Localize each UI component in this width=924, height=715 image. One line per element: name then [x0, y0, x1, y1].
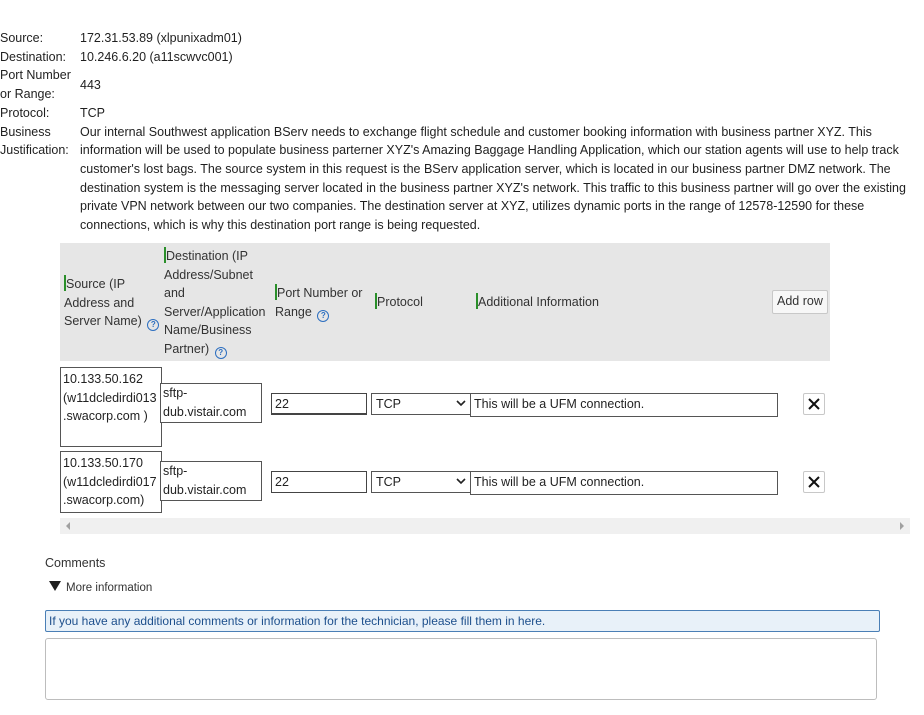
- protocol-row: Protocol: TCP: [0, 104, 912, 123]
- help-icon[interactable]: ?: [317, 309, 330, 322]
- header-text: Server/Application: [164, 304, 266, 319]
- column-header-additional-info: Additional Information: [476, 293, 599, 312]
- column-header-port: Port Number or Range ?: [275, 284, 371, 322]
- cell-text: .swacorp.com): [63, 493, 145, 507]
- cell-text: dub.vistair.com: [163, 404, 247, 419]
- header-text: Name/Business: [164, 323, 252, 337]
- cell-text: sftp-: [163, 464, 188, 478]
- cell-text: .swacorp.com ): [63, 409, 148, 423]
- delete-row-button[interactable]: [803, 393, 825, 415]
- close-x-icon: [808, 476, 820, 488]
- source-label: Source:: [0, 31, 44, 45]
- additional-info-input[interactable]: This will be a UFM connection.: [470, 471, 778, 495]
- port-label: Port Number or Range:: [0, 66, 80, 103]
- column-header-source: Source (IP Address and Server Name) ?: [64, 275, 160, 331]
- port-input[interactable]: 22: [271, 471, 367, 493]
- additional-info-input[interactable]: This will be a UFM connection.: [470, 393, 778, 417]
- firewall-rules-table: Source (IP Address and Server Name) ? De…: [60, 243, 910, 521]
- protocol-select[interactable]: TCP: [371, 471, 471, 493]
- horizontal-scrollbar[interactable]: [60, 518, 910, 534]
- chevron-down-icon: [456, 400, 466, 407]
- port-row: Port Number or Range: 443: [0, 66, 912, 103]
- selected-value: TCP: [376, 475, 401, 489]
- header-text: Address/Subnet: [164, 267, 253, 282]
- header-text: Additional Information: [478, 295, 599, 309]
- cell-text: dub.vistair.com: [163, 482, 247, 497]
- destination-value: 10.246.6.20 (a11scwvc001): [80, 49, 233, 64]
- close-x-icon: [808, 398, 820, 410]
- protocol-select[interactable]: TCP: [371, 393, 471, 415]
- table-row: 10.133.50.170 (w11dcledirdi017 .swacorp.…: [60, 441, 910, 521]
- header-text: Protocol: [377, 295, 423, 309]
- column-header-protocol: Protocol: [375, 293, 423, 312]
- column-header-destination: Destination (IP Address/Subnet and Serve…: [164, 247, 270, 359]
- scroll-left-icon[interactable]: [66, 522, 70, 530]
- comments-hint: If you have any additional comments or i…: [45, 610, 880, 632]
- source-row: Source: 172.31.53.89 (xlpunixadm01): [0, 29, 912, 48]
- port-label-line2: or Range:: [0, 87, 55, 102]
- port-input[interactable]: 22: [271, 393, 367, 415]
- help-icon[interactable]: ?: [147, 319, 160, 331]
- cell-text: 10.133.50.162: [63, 372, 143, 386]
- protocol-value: TCP: [80, 105, 105, 120]
- header-text: Source (IP: [66, 277, 126, 291]
- port-label-line1: Port Number: [0, 68, 71, 83]
- header-text: Address and: [64, 295, 135, 310]
- source-value: 172.31.53.89 (xlpunixadm01): [80, 31, 242, 45]
- source-input[interactable]: 10.133.50.170 (w11dcledirdi017 .swacorp.…: [60, 451, 162, 513]
- source-input[interactable]: 10.133.50.162 (w11dcledirdi013 .swacorp.…: [60, 367, 162, 447]
- cell-text: (w11dcledirdi017: [63, 474, 157, 489]
- destination-label: Destination:: [0, 49, 67, 64]
- more-information-toggle[interactable]: More information: [49, 581, 153, 594]
- header-text: Range: [275, 304, 312, 319]
- chevron-down-icon: [456, 478, 466, 485]
- triangle-down-icon: [49, 581, 61, 591]
- header-text: Port Number or: [277, 286, 363, 300]
- header-text: Server Name): [64, 314, 142, 328]
- justification-label: Business Justification:: [0, 123, 80, 160]
- protocol-label: Protocol:: [0, 105, 50, 120]
- destination-input[interactable]: sftp- dub.vistair.com: [160, 383, 262, 423]
- header-text: and: [164, 286, 185, 300]
- request-summary: Source: 172.31.53.89 (xlpunixadm01) Dest…: [0, 29, 912, 235]
- table-row: 10.133.50.162 (w11dcledirdi013 .swacorp.…: [60, 361, 910, 447]
- cell-text: sftp-: [163, 386, 188, 400]
- justification-label-line2: Justification:: [0, 143, 69, 158]
- scroll-right-icon[interactable]: [900, 522, 904, 530]
- header-text: Partner): [164, 341, 210, 356]
- selected-value: TCP: [376, 397, 401, 411]
- cell-text: (w11dcledirdi013: [63, 390, 157, 405]
- table-header: Source (IP Address and Server Name) ? De…: [60, 243, 830, 361]
- port-value: 443: [80, 77, 101, 92]
- justification-value: Our internal Southwest application BServ…: [80, 124, 906, 233]
- destination-row: Destination: 10.246.6.20 (a11scwvc001): [0, 48, 912, 67]
- add-row-button[interactable]: Add row: [772, 290, 828, 314]
- comments-label: Comments: [45, 556, 106, 570]
- more-information-label: More information: [66, 582, 153, 594]
- justification-row: Business Justification: Our internal Sou…: [0, 123, 912, 235]
- delete-row-button[interactable]: [803, 471, 825, 493]
- justification-label-line1: Business: [0, 124, 51, 139]
- header-text: Destination (IP: [166, 249, 248, 263]
- help-icon[interactable]: ?: [214, 346, 227, 359]
- comments-textarea[interactable]: [45, 638, 877, 700]
- cell-text: 10.133.50.170: [63, 456, 143, 470]
- destination-input[interactable]: sftp- dub.vistair.com: [160, 461, 262, 501]
